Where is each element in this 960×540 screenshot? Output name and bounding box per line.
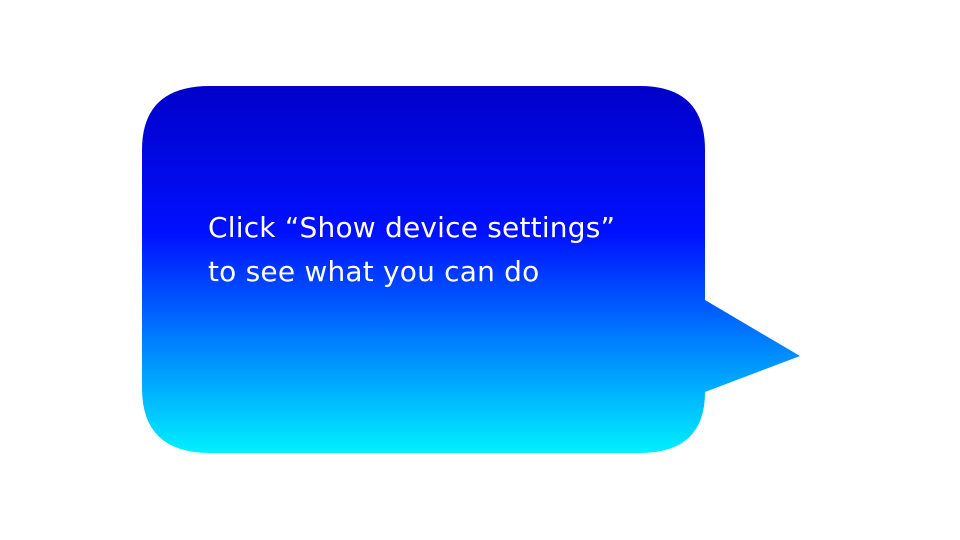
callout-message-line-2: to see what you can do [208,255,540,288]
tutorial-callout-screen: Click “Show device settings” to see what… [0,0,960,540]
callout-message: Click “Show device settings” to see what… [208,206,688,294]
callout-message-line-1: Click “Show device settings” [208,211,616,244]
